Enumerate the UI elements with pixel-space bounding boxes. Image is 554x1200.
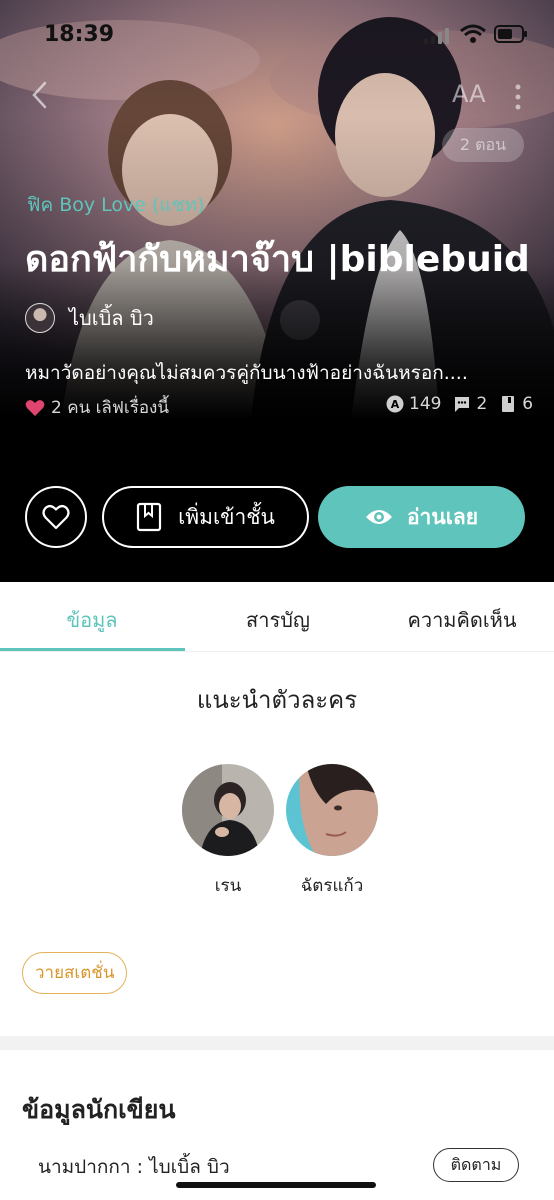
chapters-stat: 6 <box>499 394 533 414</box>
chapter-book-icon <box>502 396 515 412</box>
add-to-shelf-button[interactable]: เพิ่มเข้าชั้น <box>102 486 309 548</box>
character-name: เรน <box>214 876 242 896</box>
heart-outline-icon <box>42 505 70 530</box>
active-tab-indicator <box>0 648 185 651</box>
character-name: ฉัตรแก้ว <box>300 876 364 896</box>
favorites-count: 2 คน เลิฟเรื่องนี้ <box>51 398 169 418</box>
home-indicator <box>176 1182 376 1188</box>
comment-icon <box>455 397 470 412</box>
status-time: 18:39 <box>44 22 115 47</box>
font-size-icon[interactable]: AA <box>452 80 486 108</box>
writer-penname: นามปากกา : ไบเบิ้ล บิว <box>38 1156 230 1178</box>
read-now-label: อ่านเลย <box>406 504 479 529</box>
story-genre[interactable]: ฟิค Boy Love (แชท) <box>27 190 205 220</box>
author-name: ไบเบิ้ล บิว <box>69 306 154 330</box>
views-stat: A 149 <box>386 394 441 414</box>
author-avatar <box>25 303 55 333</box>
read-now-button[interactable]: อ่านเลย <box>318 486 525 548</box>
like-button[interactable] <box>25 486 87 548</box>
cellular-signal-icon <box>424 28 449 44</box>
character-photo <box>286 762 378 856</box>
favorites-row: 2 คน เลิฟเรื่องนี้ <box>25 394 169 421</box>
status-bar: 18:39 <box>0 0 554 70</box>
characters-heading: แนะนำตัวละคร <box>196 686 358 714</box>
character-photo <box>182 764 274 856</box>
character-card[interactable]: เรน <box>182 764 274 899</box>
author-link[interactable]: ไบเบิ้ล บิว <box>25 302 154 334</box>
story-synopsis: หมาวัดอย่างคุณไม่สมควรคู่กับนางฟ้าอย่างฉ… <box>25 362 468 384</box>
episode-count-badge: 2 ตอน <box>442 128 524 162</box>
character-card[interactable]: ฉัตรแก้ว <box>286 762 378 899</box>
wifi-icon <box>460 24 486 43</box>
tag-chip[interactable]: วายสเตชั่น <box>22 952 128 994</box>
battery-icon <box>494 25 527 43</box>
comments-count: 2 <box>476 394 488 414</box>
views-count: 149 <box>409 394 442 414</box>
add-to-shelf-label: เพิ่มเข้าชั้น <box>178 504 275 529</box>
comments-stat: 2 <box>453 394 487 414</box>
reads-icon: A <box>386 395 404 413</box>
svg-text:A: A <box>391 398 400 411</box>
section-divider <box>0 1036 554 1050</box>
tab-comments[interactable]: ความคิดเห็น <box>370 604 554 636</box>
heart-filled-icon <box>25 399 45 416</box>
writer-info-heading: ข้อมูลนักเขียน <box>22 1095 176 1124</box>
tab-bar: ข้อมูล สารบัญ ความคิดเห็น <box>0 582 554 652</box>
chapters-count: 6 <box>522 394 534 414</box>
follow-button[interactable]: ติดตาม <box>433 1148 519 1182</box>
bookmark-book-icon <box>136 502 162 532</box>
story-title: ดอกฟ้ากับหมาจ๊าบ |biblebuid <box>25 239 530 280</box>
back-chevron-icon[interactable] <box>28 80 52 110</box>
eye-icon <box>365 510 392 524</box>
more-options-icon[interactable] <box>512 82 524 112</box>
tab-info[interactable]: ข้อมูล <box>0 604 184 636</box>
tab-table-of-contents[interactable]: สารบัญ <box>186 604 370 636</box>
story-stats: A 149 2 6 <box>386 394 533 414</box>
